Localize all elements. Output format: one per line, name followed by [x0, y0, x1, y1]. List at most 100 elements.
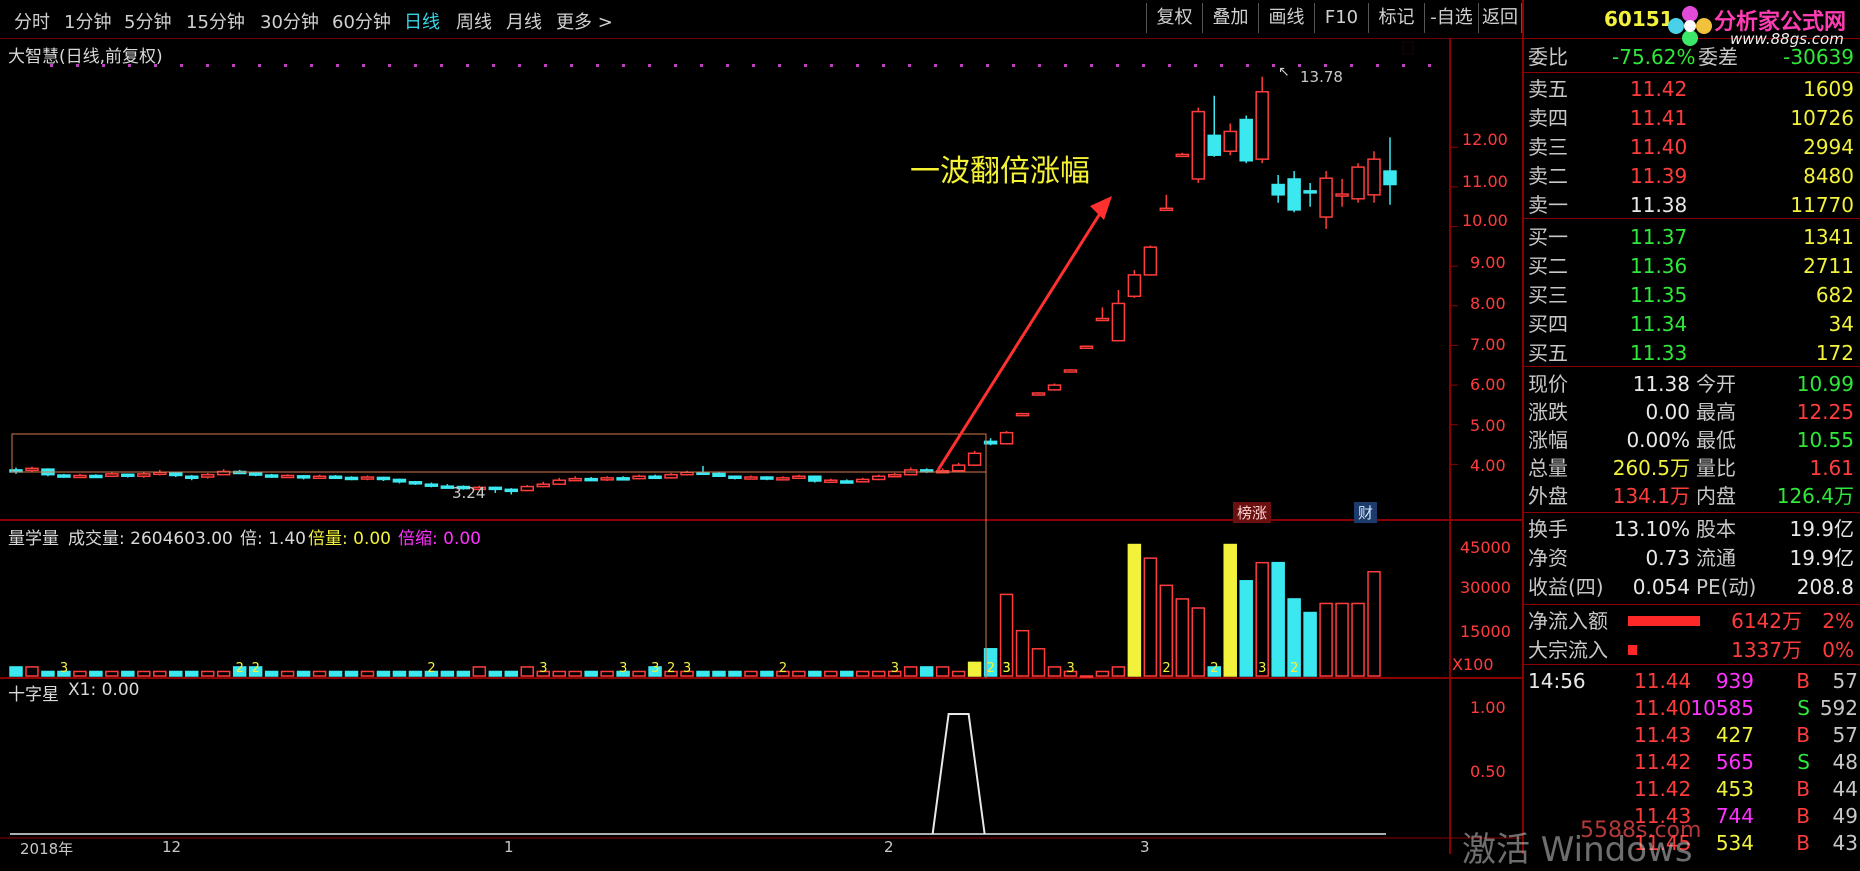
volume-bar [1175, 598, 1190, 677]
quote-label: 量比 [1696, 456, 1736, 480]
candle-body [871, 475, 886, 481]
bei-value: 倍: 1.40 [240, 529, 306, 549]
quote-value: 134.1万 [1612, 484, 1690, 508]
tick-side: S [1797, 750, 1810, 774]
add-watchlist-button[interactable]: -自选 [1424, 3, 1478, 33]
volume-digit: 2 [667, 661, 675, 676]
weibi-label: 委比 [1528, 45, 1568, 69]
volume-bar [1223, 543, 1237, 677]
stat-row: 收益(四) 0.054 PE(动) 208.8 [1524, 572, 1860, 602]
quote-value: 10.55 [1796, 428, 1854, 452]
volume-bar [1319, 602, 1333, 677]
tick-row: 11.42 453 B 44 [1524, 774, 1860, 804]
beisuo-value: 倍缩: 0.00 [398, 529, 481, 549]
period-fenshi[interactable]: 分时 [14, 8, 50, 34]
cai-badge[interactable]: 财 [1354, 502, 1378, 523]
candle-body [951, 464, 966, 472]
quote-label: 现价 [1528, 372, 1568, 396]
ask-row[interactable]: 卖二 11.39 8480 [1524, 161, 1860, 191]
cross-star-name[interactable]: 十字星 [8, 680, 59, 705]
mark-button[interactable]: 标记 [1368, 3, 1424, 33]
period-weekly[interactable]: 周线 [456, 8, 492, 34]
tick-count: 44 [1832, 777, 1858, 801]
overlay-button[interactable]: 叠加 [1202, 3, 1258, 33]
candle-body [967, 452, 982, 466]
candle-body [568, 477, 582, 482]
ask-row[interactable]: 卖一 11.38 11770 [1524, 190, 1860, 220]
vol-value: 成交量: 2604603.00 [68, 529, 233, 549]
price-tick: 12.00 [1462, 130, 1508, 149]
volume-bar [1079, 675, 1094, 678]
volume-bar [376, 670, 391, 677]
candle-body [1175, 153, 1190, 158]
ask-row[interactable]: 卖三 11.40 2994 [1524, 132, 1860, 162]
candle-body [696, 471, 710, 476]
bangzhang-badge[interactable]: 榜涨 [1233, 502, 1272, 523]
period-more-button[interactable]: 更多 > [556, 8, 613, 34]
bid-row[interactable]: 买二 11.36 2711 [1524, 251, 1860, 281]
quote-value: 0.00% [1626, 428, 1690, 452]
quote-label: 今开 [1696, 372, 1736, 396]
stat-value: 19.9亿 [1789, 546, 1854, 570]
period-monthly[interactable]: 月线 [506, 8, 542, 34]
quote-label: 最低 [1696, 428, 1736, 452]
f10-button[interactable]: F10 [1314, 3, 1368, 33]
vol-indicator-name[interactable]: 量学量 [8, 524, 59, 549]
stat-value: 0.73 [1645, 546, 1690, 570]
candle-body [504, 488, 519, 493]
candle-body [536, 483, 550, 488]
cross-star-line [10, 713, 1386, 835]
ask-row[interactable]: 卖四 11.41 10726 [1524, 103, 1860, 133]
stat-value: 13.10% [1613, 517, 1690, 541]
candle-body [296, 475, 311, 479]
volume-bar [520, 666, 535, 677]
period-15min[interactable]: 15分钟 [186, 8, 245, 34]
period-1min[interactable]: 1分钟 [64, 8, 111, 34]
ask-label: 卖一 [1528, 193, 1568, 217]
candle-body [121, 473, 135, 478]
stat-label: 收益(四) [1528, 575, 1604, 599]
quote-label: 内盘 [1696, 484, 1736, 508]
bid-row[interactable]: 买一 11.37 1341 [1524, 222, 1860, 252]
bid-label: 买四 [1528, 312, 1568, 336]
price-tick: 11.00 [1462, 172, 1508, 191]
volume-bar [1015, 629, 1030, 677]
period-toolbar: 分时 1分钟 5分钟 15分钟 30分钟 60分钟 日线 周线 月线 更多 > … [0, 0, 1522, 39]
candle-body [1095, 317, 1110, 322]
bid-label: 买三 [1528, 283, 1568, 307]
date-tick: 12 [162, 838, 182, 856]
period-30min[interactable]: 30分钟 [260, 8, 319, 34]
period-60min[interactable]: 60分钟 [332, 8, 391, 34]
period-daily[interactable]: 日线 [404, 8, 440, 34]
period-5min[interactable]: 5分钟 [124, 8, 171, 34]
volume-bar [935, 666, 950, 677]
back-button[interactable]: 返回 [1478, 3, 1522, 33]
candle-body [1335, 193, 1349, 197]
tick-side: B [1796, 723, 1810, 747]
candle-body [1207, 134, 1222, 156]
candle-body [488, 486, 503, 491]
fuquan-button[interactable]: 复权 [1146, 3, 1202, 33]
tick-price: 11.43 [1634, 723, 1692, 747]
bid-price: 11.37 [1630, 225, 1688, 249]
candle-body [1255, 91, 1269, 160]
tick-side: B [1796, 777, 1810, 801]
tick-side: B [1796, 669, 1810, 693]
volume-bar [1127, 543, 1142, 677]
ask-price: 11.38 [1630, 193, 1688, 217]
ask-row[interactable]: 卖五 11.42 1609 [1524, 74, 1860, 104]
kline-chart[interactable]: 3 2 2 2 3 3 3 2 3 2 3 2 2 3 3 2 2 3 23 ↖ [0, 38, 1522, 854]
candle-body [728, 475, 742, 480]
candle-body [25, 467, 39, 472]
bid-row[interactable]: 买五 11.33 172 [1524, 338, 1860, 368]
tick-volume: 453 [1715, 777, 1754, 801]
candle-body [1223, 130, 1237, 152]
candle-body [1383, 170, 1397, 186]
bid-row[interactable]: 买三 11.35 682 [1524, 280, 1860, 310]
candle-body [328, 475, 343, 480]
draw-line-button[interactable]: 画线 [1258, 3, 1314, 33]
bid-row[interactable]: 买四 11.34 34 [1524, 309, 1860, 339]
price-tick: 7.00 [1470, 335, 1506, 354]
stat-row: 净资 0.73 流通 19.9亿 [1524, 543, 1860, 573]
volume-bar [808, 670, 822, 677]
